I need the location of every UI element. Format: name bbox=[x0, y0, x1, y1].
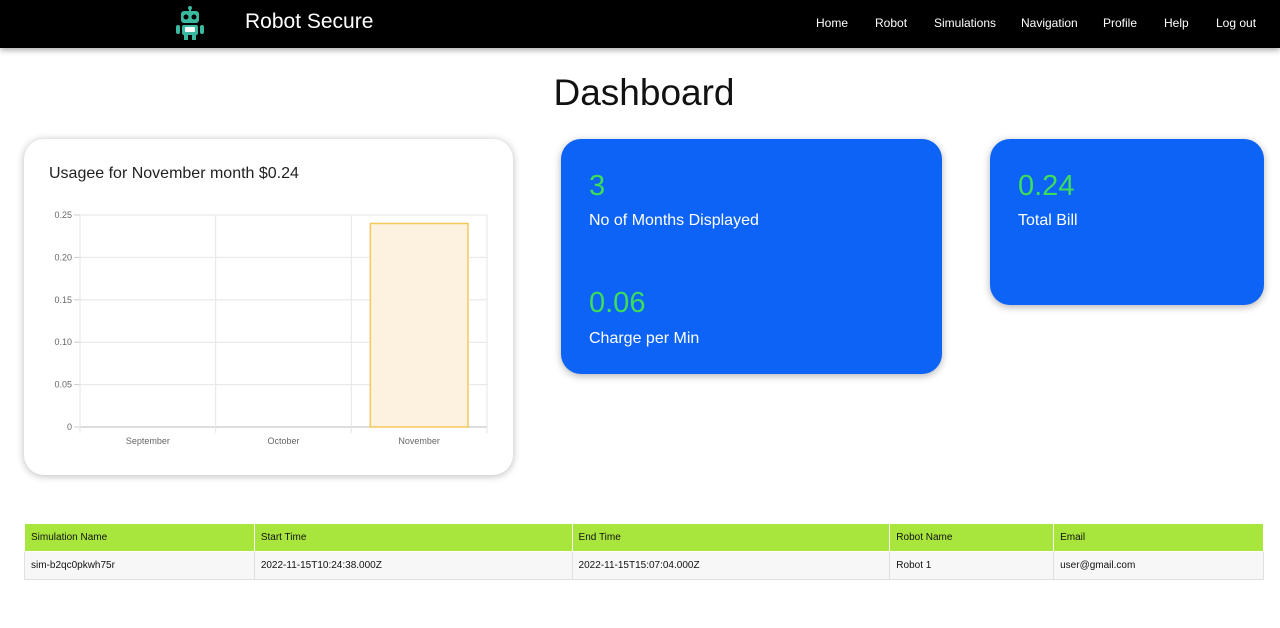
cell-simulation-name: sim-b2qc0pkwh75r bbox=[24, 551, 255, 580]
charge-per-min-value: 0.06 bbox=[589, 287, 646, 319]
header-simulation-name[interactable]: Simulation Name bbox=[24, 523, 255, 552]
cell-email: user@gmail.com bbox=[1053, 551, 1264, 580]
cell-start-time: 2022-11-15T10:24:38.000Z bbox=[253, 551, 573, 580]
months-charge-card: 3 No of Months Displayed 0.06 Charge per… bbox=[561, 139, 942, 374]
bar-november bbox=[369, 222, 469, 428]
nav-link-profile[interactable]: Profile bbox=[1103, 16, 1137, 30]
table-row[interactable]: sim-b2qc0pkwh75r 2022-11-15T10:24:38.000… bbox=[24, 551, 1264, 580]
y-tick-label: 0.15 bbox=[54, 295, 72, 305]
months-displayed-label: No of Months Displayed bbox=[589, 212, 759, 229]
y-tick-label: 0.25 bbox=[54, 210, 72, 220]
robot-logo-icon[interactable] bbox=[174, 6, 206, 40]
brand-name[interactable]: Robot Secure bbox=[245, 10, 373, 34]
header-start-time[interactable]: Start Time bbox=[253, 523, 573, 552]
nav-link-help[interactable]: Help bbox=[1164, 16, 1189, 30]
cell-robot-name: Robot 1 bbox=[889, 551, 1055, 580]
nav-link-robot[interactable]: Robot bbox=[875, 16, 907, 30]
header-end-time[interactable]: End Time bbox=[571, 523, 891, 552]
y-tick-label: 0.05 bbox=[54, 380, 72, 390]
total-bill-label: Total Bill bbox=[1018, 212, 1078, 229]
months-displayed-value: 3 bbox=[589, 170, 606, 202]
usage-bar-chart: 0 0.05 0.10 0.15 0.20 0.25 September October Nov… bbox=[54, 210, 488, 446]
nav-link-navigation[interactable]: Navigation bbox=[1021, 16, 1078, 30]
top-navbar: Robot Secure Home Robot Simulations Navi… bbox=[0, 0, 1280, 48]
header-email[interactable]: Email bbox=[1053, 523, 1264, 552]
nav-link-logout[interactable]: Log out bbox=[1216, 16, 1256, 30]
y-tick-label: 0.20 bbox=[54, 252, 72, 262]
simulations-table: Simulation Name Start Time End Time Robo… bbox=[24, 523, 1264, 580]
x-tick-label: October bbox=[267, 436, 299, 446]
usage-chart-card: Usagee for November month $0.24 0 0.05 0.1… bbox=[24, 139, 513, 475]
table-header-row: Simulation Name Start Time End Time Robo… bbox=[24, 523, 1264, 552]
cell-end-time: 2022-11-15T15:07:04.000Z bbox=[571, 551, 891, 580]
header-robot-name[interactable]: Robot Name bbox=[889, 523, 1055, 552]
y-tick-label: 0.10 bbox=[54, 337, 72, 347]
total-bill-value: 0.24 bbox=[1018, 170, 1075, 202]
y-tick-label: 0 bbox=[67, 422, 72, 432]
page-title: Dashboard bbox=[553, 72, 735, 113]
total-bill-card: 0.24 Total Bill bbox=[990, 139, 1264, 305]
nav-link-home[interactable]: Home bbox=[816, 16, 848, 30]
x-tick-label: September bbox=[126, 436, 170, 446]
charge-per-min-label: Charge per Min bbox=[589, 330, 700, 347]
x-tick-label: November bbox=[398, 436, 440, 446]
nav-link-simulations[interactable]: Simulations bbox=[934, 16, 996, 30]
